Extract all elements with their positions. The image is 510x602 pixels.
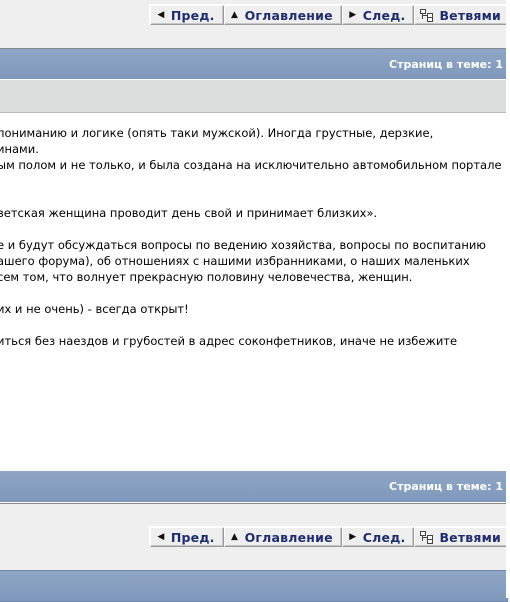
tree-icon xyxy=(420,9,434,22)
content-line: ветская женщина проводит день свой и при… xyxy=(0,206,378,220)
content-line: ашего форума), об отношениях с нашими из… xyxy=(0,254,470,268)
contents-label: Оглавление xyxy=(244,7,333,23)
post-content: пониманию и логике (опять таки мужской).… xyxy=(0,113,507,471)
pages-header-bar: Страниц в теме: 1 xyxy=(0,49,507,79)
branches-label: Ветвями xyxy=(439,529,501,545)
prev-label: Пред. xyxy=(170,7,215,23)
prev-label: Пред. xyxy=(170,529,215,545)
branches-label: Ветвями xyxy=(439,7,501,23)
content-line: сем том, что волнует прекрасную половину… xyxy=(0,270,413,284)
bottom-nav-bar: ◀ Пред. ▲ Оглавление ▶ След. Ветвями xyxy=(148,526,510,547)
next-label: След. xyxy=(362,7,406,23)
content-line: ым полом и не только, и была создана на … xyxy=(0,158,502,172)
prev-button-bottom[interactable]: ◀ Пред. xyxy=(149,527,224,547)
triangle-right-icon: ▶ xyxy=(349,10,357,20)
pages-count-top: Страниц в теме: 1 xyxy=(389,57,503,71)
content-line: инами. xyxy=(0,142,39,156)
contents-button-bottom[interactable]: ▲ Оглавление xyxy=(223,527,342,547)
triangle-left-icon: ◀ xyxy=(157,532,165,542)
contents-button[interactable]: ▲ Оглавление xyxy=(223,5,342,25)
pages-count-bottom: Страниц в теме: 1 xyxy=(389,480,503,493)
triangle-right-icon: ▶ xyxy=(349,532,357,542)
pages-footer-bar: Страниц в теме: 1 xyxy=(0,471,507,502)
post-subheader xyxy=(0,79,507,113)
triangle-left-icon: ◀ xyxy=(157,10,165,20)
content-line: пониманию и логике (опять таки мужской).… xyxy=(0,126,434,140)
triangle-up-icon: ▲ xyxy=(231,10,239,20)
next-button[interactable]: ▶ След. xyxy=(341,5,415,25)
branches-button[interactable]: Ветвями xyxy=(414,5,510,25)
tree-icon xyxy=(420,531,434,544)
right-edge xyxy=(506,0,510,598)
content-line: е и будут обсуждаться вопросы по ведению… xyxy=(0,238,486,252)
content-line: их и не очень) - всегда открыт! xyxy=(0,302,189,316)
prev-button[interactable]: ◀ Пред. xyxy=(149,5,224,25)
next-section-header-bar xyxy=(0,570,508,602)
contents-label: Оглавление xyxy=(244,529,333,545)
triangle-up-icon: ▲ xyxy=(231,532,239,542)
next-label: След. xyxy=(362,529,406,545)
post-panel: Страниц в теме: 1 пониманию и логике (оп… xyxy=(0,48,508,504)
top-nav-bar: ◀ Пред. ▲ Оглавление ▶ След. Ветвями xyxy=(148,4,510,25)
next-button-bottom[interactable]: ▶ След. xyxy=(341,527,415,547)
branches-button-bottom[interactable]: Ветвями xyxy=(414,527,510,547)
content-line: иться без наездов и грубостей в адрес со… xyxy=(0,334,458,348)
